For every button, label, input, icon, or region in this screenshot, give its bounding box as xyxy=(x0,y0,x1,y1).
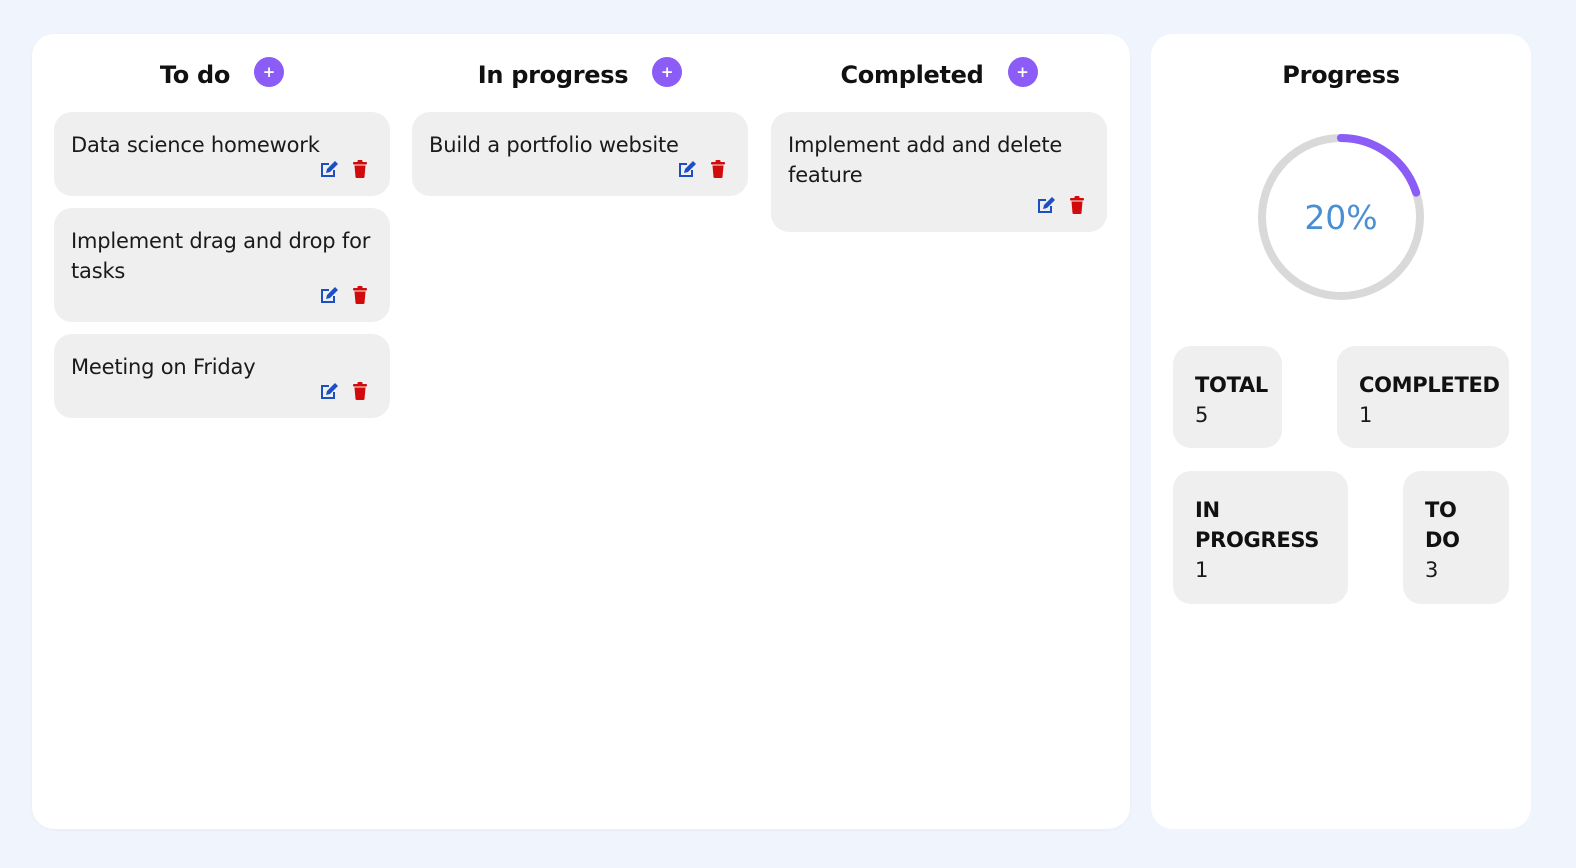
progress-title: Progress xyxy=(1282,61,1400,89)
column-title: Completed xyxy=(840,61,984,89)
stat-todo: TO DO 3 xyxy=(1403,471,1509,604)
edit-icon[interactable] xyxy=(319,380,341,402)
stat-value: 1 xyxy=(1359,403,1373,427)
task-actions xyxy=(788,192,1091,218)
stat-label: TO DO xyxy=(1425,498,1460,552)
column-title: To do xyxy=(159,61,231,89)
column-todo: To do + Data science homework Implement … xyxy=(54,34,390,430)
stat-in-progress: IN PROGRESS 1 xyxy=(1173,471,1348,604)
stat-value: 3 xyxy=(1425,558,1439,582)
column-completed: Completed + Implement add and delete fea… xyxy=(771,34,1107,244)
progress-ring: 20% xyxy=(1256,132,1426,302)
stat-label: IN PROGRESS xyxy=(1195,498,1320,552)
task-text: Implement add and delete feature xyxy=(788,133,1063,187)
stat-completed: COMPLETED 1 xyxy=(1337,346,1509,448)
stat-label: COMPLETED xyxy=(1359,373,1500,397)
progress-panel: Progress 20% TOTAL 5 COMPLETED 1 IN PROG… xyxy=(1151,34,1531,829)
task-card[interactable]: Build a portfolio website xyxy=(412,112,748,196)
edit-icon[interactable] xyxy=(319,158,341,180)
task-text: Implement drag and drop for tasks xyxy=(71,229,371,283)
edit-icon[interactable] xyxy=(677,158,699,180)
trash-icon[interactable] xyxy=(349,284,371,306)
kanban-board: To do + Data science homework Implement … xyxy=(32,34,1130,829)
add-task-button[interactable]: + xyxy=(1007,57,1038,87)
column-in-progress: In progress + Build a portfolio website xyxy=(412,34,748,208)
stat-label: TOTAL xyxy=(1195,373,1269,397)
stat-value: 5 xyxy=(1195,403,1209,427)
stat-total: TOTAL 5 xyxy=(1173,346,1282,448)
task-card[interactable]: Implement add and delete feature xyxy=(771,112,1107,232)
add-task-button[interactable]: + xyxy=(652,57,683,87)
trash-icon[interactable] xyxy=(1066,194,1088,216)
add-task-button[interactable]: + xyxy=(254,57,285,87)
task-card[interactable]: Meeting on Friday xyxy=(54,334,390,418)
column-header: Completed + xyxy=(771,34,1107,112)
edit-icon[interactable] xyxy=(1036,194,1058,216)
task-card[interactable]: Data science homework xyxy=(54,112,390,196)
task-card[interactable]: Implement drag and drop for tasks xyxy=(54,208,390,322)
trash-icon[interactable] xyxy=(707,158,729,180)
trash-icon[interactable] xyxy=(349,158,371,180)
column-header: In progress + xyxy=(412,34,748,112)
column-header: To do + xyxy=(54,34,390,112)
stat-value: 1 xyxy=(1195,558,1209,582)
column-title: In progress xyxy=(477,61,629,89)
trash-icon[interactable] xyxy=(349,380,371,402)
progress-percent: 20% xyxy=(1304,197,1378,237)
edit-icon[interactable] xyxy=(319,284,341,306)
